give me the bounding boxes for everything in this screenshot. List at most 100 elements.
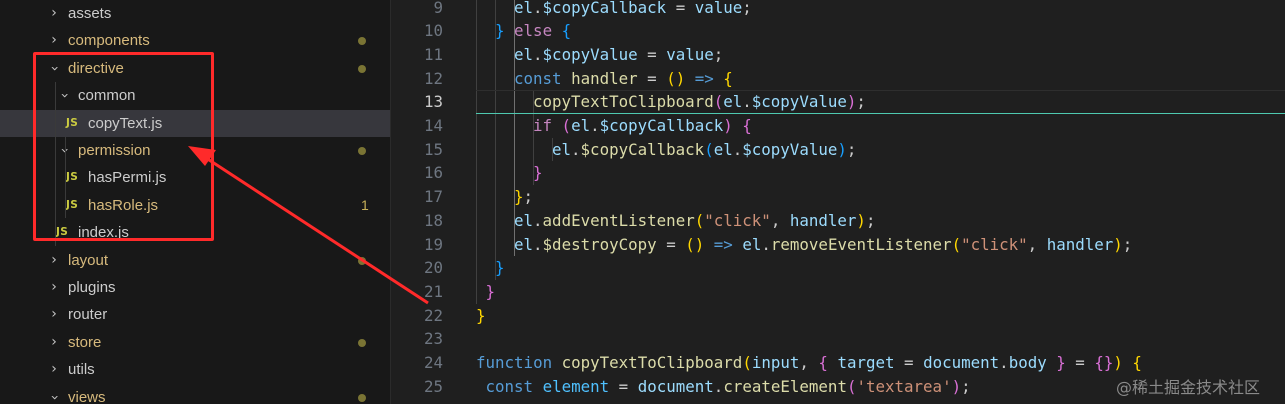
code-line[interactable]: 11 el.$copyValue = value;	[391, 43, 1285, 67]
code-line[interactable]: 10} else {	[391, 19, 1285, 43]
code-line[interactable]: 17};	[391, 185, 1285, 209]
folder-item[interactable]: › plugins	[0, 274, 390, 301]
line-number: 23	[423, 329, 443, 349]
code-token: ;	[865, 210, 876, 230]
tree-item-label: assets	[68, 5, 112, 22]
code-token: el	[571, 116, 591, 135]
line-number: 12	[423, 68, 443, 88]
code-token: document	[923, 353, 1000, 372]
code-line[interactable]: 24 function copyTextToClipboard(input, { …	[391, 351, 1285, 375]
chevron-right-icon[interactable]: ›	[46, 356, 62, 383]
code-token: {	[723, 68, 733, 88]
code-text: };	[514, 185, 533, 209]
code-token: ()	[685, 234, 705, 254]
code-token: .	[742, 92, 752, 112]
code-token: }	[514, 187, 524, 207]
code-token: .	[533, 234, 543, 254]
code-token: )	[856, 210, 866, 230]
code-text: }	[476, 304, 486, 328]
code-token: handler	[571, 68, 638, 88]
code-token: }	[495, 21, 505, 41]
code-text: }	[533, 161, 543, 185]
code-token: addEventListener	[542, 210, 695, 230]
code-token: el	[713, 139, 733, 159]
chevron-down-icon[interactable]: ›	[41, 389, 68, 404]
folder-item[interactable]: › assets	[0, 0, 390, 27]
code-line[interactable]: 13 copyTextToClipboard(el.$copyValue);	[391, 90, 1285, 114]
chevron-right-icon[interactable]: ›	[46, 247, 62, 274]
code-token: )	[951, 376, 962, 396]
chevron-right-icon[interactable]: ›	[46, 329, 62, 356]
folder-item[interactable]: › router	[0, 301, 390, 328]
chevron-right-icon[interactable]: ›	[46, 27, 62, 54]
line-number: 21	[423, 281, 443, 301]
modified-dot-icon	[358, 393, 366, 402]
code-token: $copyValue	[542, 44, 638, 64]
code-line[interactable]: 14 if (el.$copyCallback) {	[391, 114, 1285, 138]
code-token: )	[846, 92, 857, 112]
code-line[interactable]: 15 el.$copyCallback(el.$copyValue);	[391, 138, 1285, 162]
code-line[interactable]: 16}	[391, 161, 1285, 185]
code-token: el	[742, 234, 762, 254]
code-token: (	[704, 139, 714, 159]
code-token: =>	[694, 68, 714, 88]
chevron-right-icon[interactable]: ›	[46, 274, 62, 301]
code-token: ;	[1122, 234, 1133, 254]
modified-dot-icon	[358, 147, 366, 155]
line-number: 11	[423, 44, 443, 64]
folder-item[interactable]: › components	[0, 27, 390, 54]
tree-item-label: store	[68, 333, 102, 351]
tree-item-label: plugins	[68, 279, 116, 296]
code-token: {	[561, 21, 572, 41]
code-token: .	[761, 234, 771, 254]
code-token: input	[751, 353, 800, 372]
code-token: {	[742, 116, 752, 135]
chevron-right-icon[interactable]: ›	[46, 301, 62, 328]
line-number: 24	[423, 353, 443, 372]
code-line[interactable]: 9 el.$copyCallback = value;	[391, 0, 1285, 19]
line-number: 10	[423, 21, 443, 41]
code-token: const	[514, 68, 562, 88]
code-line[interactable]: 22}	[391, 304, 1285, 328]
code-token: }	[485, 281, 496, 301]
code-token: $copyValue	[742, 139, 838, 159]
code-token: =	[656, 234, 686, 254]
folder-item[interactable]: › store	[0, 329, 390, 356]
code-token: {	[1132, 353, 1142, 372]
code-text: el.$destroyCopy = () => el.removeEventLi…	[514, 233, 1132, 257]
folder-item[interactable]: › layout	[0, 247, 390, 274]
code-token: createElement	[723, 376, 847, 396]
chevron-right-icon[interactable]: ›	[46, 0, 62, 27]
code-token: el	[514, 44, 534, 64]
code-line[interactable]: 19 el.$destroyCopy = () => el.removeEvent…	[391, 233, 1285, 257]
code-line[interactable]: 20}	[391, 256, 1285, 280]
modified-dot-icon	[358, 256, 366, 265]
line-number: 13	[423, 92, 443, 112]
modified-dot-icon	[358, 338, 366, 347]
code-token: copyTextToClipboard	[561, 353, 743, 372]
code-line[interactable]: 18 el.addEventListener("click", handler);	[391, 209, 1285, 233]
code-line[interactable]: 23	[391, 327, 1285, 351]
folder-item[interactable]: › views	[0, 384, 390, 404]
code-token: ;	[856, 92, 866, 112]
code-token: }	[1056, 353, 1066, 372]
code-line[interactable]: 12 const handler = () => {	[391, 67, 1285, 91]
folder-item[interactable]: › utils	[0, 356, 390, 383]
code-editor[interactable]: 9 el.$copyCallback = value; 10} else {11 el…	[391, 0, 1285, 404]
code-token: value	[666, 44, 714, 64]
code-token: {	[818, 353, 828, 372]
code-token: .	[533, 44, 543, 64]
code-token: el	[723, 92, 743, 112]
code-token: ()	[666, 68, 686, 88]
code-line[interactable]: 21}	[391, 280, 1285, 304]
code-token: ,	[1027, 234, 1047, 254]
code-token: .	[732, 139, 743, 159]
